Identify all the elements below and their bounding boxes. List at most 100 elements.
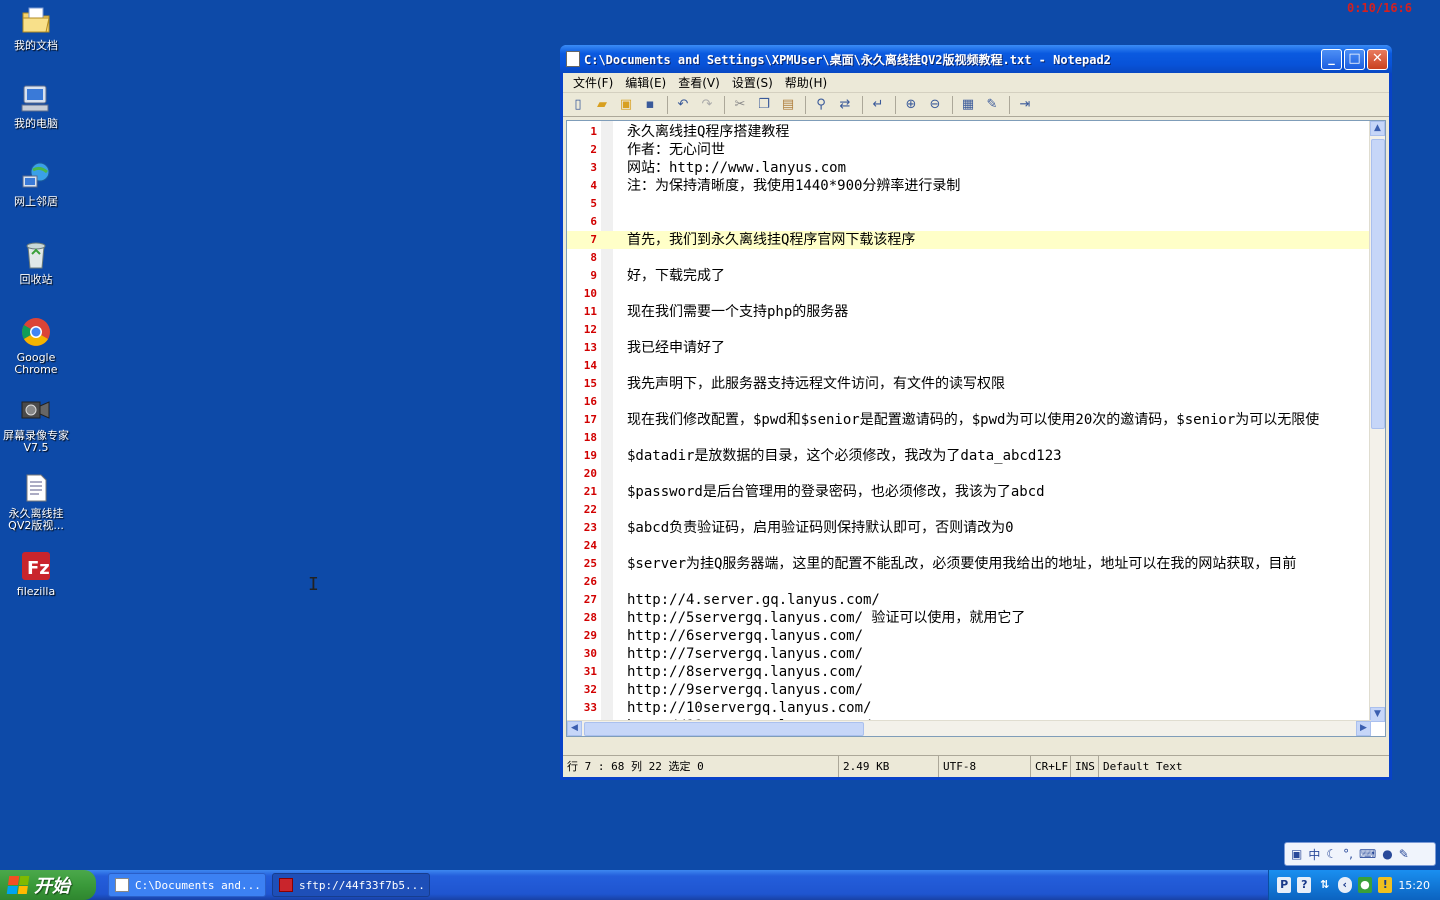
desktop-icon-tutorial-txt[interactable]: 永久离线挂QV2版视... bbox=[0, 472, 72, 532]
replace-icon[interactable]: ⇄ bbox=[834, 95, 856, 115]
cut-icon[interactable]: ✂ bbox=[729, 95, 751, 115]
editor-line[interactable]: 4 注：为保持清晰度，我使用1440*900分辨率进行录制 bbox=[567, 177, 1373, 195]
zoom-out-icon[interactable]: ⊖ bbox=[924, 95, 946, 115]
undo-icon[interactable]: ↶ bbox=[672, 95, 694, 115]
editor-line[interactable]: 16 bbox=[567, 393, 1373, 411]
editor-line[interactable]: 21 $password是后台管理用的登录密码，也必须修改，我该为了abcd bbox=[567, 483, 1373, 501]
editor-line[interactable]: 15 我先声明下，此服务器支持远程文件访问，有文件的读写权限 bbox=[567, 375, 1373, 393]
editor-line[interactable]: 27 http://4.server.gq.lanyus.com/ bbox=[567, 591, 1373, 609]
editor-line[interactable]: 24 bbox=[567, 537, 1373, 555]
scroll-down-icon[interactable]: ▼ bbox=[1370, 707, 1385, 722]
editor-line[interactable]: 11 现在我们需要一个支持php的服务器 bbox=[567, 303, 1373, 321]
word-wrap-icon[interactable]: ↵ bbox=[867, 95, 889, 115]
horizontal-scrollbar[interactable]: ◀ ▶ bbox=[567, 720, 1371, 736]
zoom-in-icon[interactable]: ⊕ bbox=[900, 95, 922, 115]
shield-tray-icon[interactable]: ! bbox=[1378, 877, 1393, 893]
editor-line[interactable]: 19 $datadir是放数据的目录，这个必须修改，我改为了data_abcd12… bbox=[567, 447, 1373, 465]
customize-schemes-icon[interactable]: ✎ bbox=[981, 95, 1003, 115]
menu-settings[interactable]: 设置(S) bbox=[726, 74, 779, 91]
start-button[interactable]: 开始 bbox=[0, 870, 96, 900]
desktop-icon-chrome[interactable]: Google Chrome bbox=[0, 316, 72, 376]
editor-line[interactable]: 14 bbox=[567, 357, 1373, 375]
editor-line[interactable]: 5 bbox=[567, 195, 1373, 213]
desktop-icon-my-computer[interactable]: 我的电脑 bbox=[0, 82, 72, 130]
editor-line[interactable]: 2 作者：无心问世 bbox=[567, 141, 1373, 159]
desktop-icon-recycle-bin[interactable]: 回收站 bbox=[0, 238, 72, 286]
editor-line[interactable]: 6 bbox=[567, 213, 1373, 231]
ime-mode[interactable]: 中 bbox=[1308, 846, 1320, 863]
maximize-button[interactable]: □ bbox=[1344, 48, 1365, 70]
editor-line[interactable]: 12 bbox=[567, 321, 1373, 339]
menu-edit[interactable]: 编辑(E) bbox=[619, 74, 672, 91]
wrench-icon[interactable]: ✎ bbox=[1399, 847, 1409, 861]
desktop-icon-my-documents[interactable]: 我的文档 bbox=[0, 4, 72, 52]
editor-line[interactable]: 32 http://9servergq.lanyus.com/ bbox=[567, 681, 1373, 699]
editor-line[interactable]: 28 http://5servergq.lanyus.com/ 验证可以使用，就用… bbox=[567, 609, 1373, 627]
network-tray-icon[interactable]: ⇅ bbox=[1317, 877, 1331, 893]
menu-file[interactable]: 文件(F) bbox=[567, 74, 619, 91]
desktop-icon-network[interactable]: 网上邻居 bbox=[0, 160, 72, 208]
scheme-icon[interactable]: ▦ bbox=[957, 95, 979, 115]
menu-view[interactable]: 查看(V) bbox=[672, 74, 726, 91]
redo-icon[interactable]: ↷ bbox=[696, 95, 718, 115]
text-editor[interactable]: 1 永久离线挂Q程序搭建教程 2 作者：无心问世 3 网站：http://www.lany… bbox=[566, 120, 1386, 737]
menu-help[interactable]: 帮助(H) bbox=[779, 74, 833, 91]
status-eol[interactable]: CR+LF bbox=[1031, 756, 1071, 777]
scroll-up-icon[interactable]: ▲ bbox=[1370, 121, 1385, 136]
status-encoding[interactable]: UTF-8 bbox=[939, 756, 1031, 777]
exit-icon[interactable]: ⇥ bbox=[1014, 95, 1036, 115]
browse-icon[interactable]: ▣ bbox=[615, 95, 637, 115]
punctuation-icon[interactable]: °, bbox=[1343, 847, 1353, 861]
moon-icon[interactable]: ☾ bbox=[1326, 847, 1337, 861]
editor-line[interactable]: 26 bbox=[567, 573, 1373, 591]
find-icon[interactable]: ⚲ bbox=[810, 95, 832, 115]
new-file-icon[interactable]: ▯ bbox=[567, 95, 589, 115]
close-button[interactable]: ✕ bbox=[1367, 48, 1388, 70]
editor-line[interactable]: 31 http://8servergq.lanyus.com/ bbox=[567, 663, 1373, 681]
scroll-right-icon[interactable]: ▶ bbox=[1356, 721, 1371, 736]
save-icon[interactable]: ▪ bbox=[639, 95, 661, 115]
open-folder-icon[interactable]: ▰ bbox=[591, 95, 613, 115]
security-tray-icon[interactable]: ● bbox=[1357, 877, 1373, 893]
taskbar-button-notepad[interactable]: C:\Documents and... bbox=[108, 873, 266, 897]
ime-icon[interactable]: ▣ bbox=[1291, 847, 1302, 861]
editor-line[interactable]: 30 http://7servergq.lanyus.com/ bbox=[567, 645, 1373, 663]
editor-line[interactable]: 25 $server为挂Q服务器端，这里的配置不能乱改，必须要使用我给出的地址，地… bbox=[567, 555, 1373, 573]
desktop-icon-filezilla[interactable]: Fz filezilla bbox=[0, 550, 72, 598]
editor-line[interactable]: 3 网站：http://www.lanyus.com bbox=[567, 159, 1373, 177]
editor-line[interactable]: 20 bbox=[567, 465, 1373, 483]
user-icon[interactable]: ● bbox=[1382, 847, 1392, 861]
editor-line[interactable]: 23 $abcd负责验证码，启用验证码则保持默认即可，否则请改为0 bbox=[567, 519, 1373, 537]
back-arrow-tray-icon[interactable]: ‹ bbox=[1337, 877, 1352, 893]
my-documents-icon bbox=[22, 7, 50, 33]
line-text: 现在我们需要一个支持php的服务器 bbox=[627, 304, 849, 320]
copy-icon[interactable]: ❐ bbox=[753, 95, 775, 115]
desktop-icon-screen-recorder[interactable]: 屏幕录像专家V7.5 bbox=[0, 394, 72, 454]
keyboard-icon[interactable]: ⌨ bbox=[1359, 847, 1376, 861]
editor-line[interactable]: 33 http://10servergq.lanyus.com/ bbox=[567, 699, 1373, 717]
editor-line[interactable]: 7 首先，我们到永久离线挂Q程序官网下载该程序 bbox=[567, 231, 1373, 249]
line-number: 22 bbox=[583, 503, 597, 516]
editor-line[interactable]: 22 bbox=[567, 501, 1373, 519]
editor-line[interactable]: 29 http://6servergq.lanyus.com/ bbox=[567, 627, 1373, 645]
editor-line[interactable]: 9 好，下载完成了 bbox=[567, 267, 1373, 285]
help-tray-icon[interactable]: ? bbox=[1297, 877, 1312, 893]
title-bar[interactable]: C:\Documents and Settings\XPMUser\桌面\永久离… bbox=[560, 45, 1392, 73]
horizontal-scroll-thumb[interactable] bbox=[584, 722, 864, 736]
editor-line[interactable]: 13 我已经申请好了 bbox=[567, 339, 1373, 357]
editor-line[interactable]: 10 bbox=[567, 285, 1373, 303]
ime-tray-icon[interactable]: P bbox=[1277, 877, 1292, 893]
minimize-button[interactable]: _ bbox=[1321, 48, 1342, 70]
status-mode[interactable]: INS bbox=[1071, 756, 1099, 777]
editor-line[interactable]: 17 现在我们修改配置，$pwd和$senior是配置邀请码的，$pwd为可以使用… bbox=[567, 411, 1373, 429]
vertical-scrollbar[interactable]: ▲ ▼ bbox=[1369, 121, 1385, 722]
editor-line[interactable]: 18 bbox=[567, 429, 1373, 447]
editor-line[interactable]: 1 永久离线挂Q程序搭建教程 bbox=[567, 123, 1373, 141]
paste-icon[interactable]: ▤ bbox=[777, 95, 799, 115]
scroll-left-icon[interactable]: ◀ bbox=[567, 721, 582, 736]
line-number: 9 bbox=[590, 269, 597, 282]
status-scheme[interactable]: Default Text bbox=[1099, 756, 1186, 777]
taskbar-button-filezilla[interactable]: sftp://44f33f7b5... bbox=[272, 873, 430, 897]
editor-line[interactable]: 8 bbox=[567, 249, 1373, 267]
vertical-scroll-thumb[interactable] bbox=[1371, 139, 1385, 429]
